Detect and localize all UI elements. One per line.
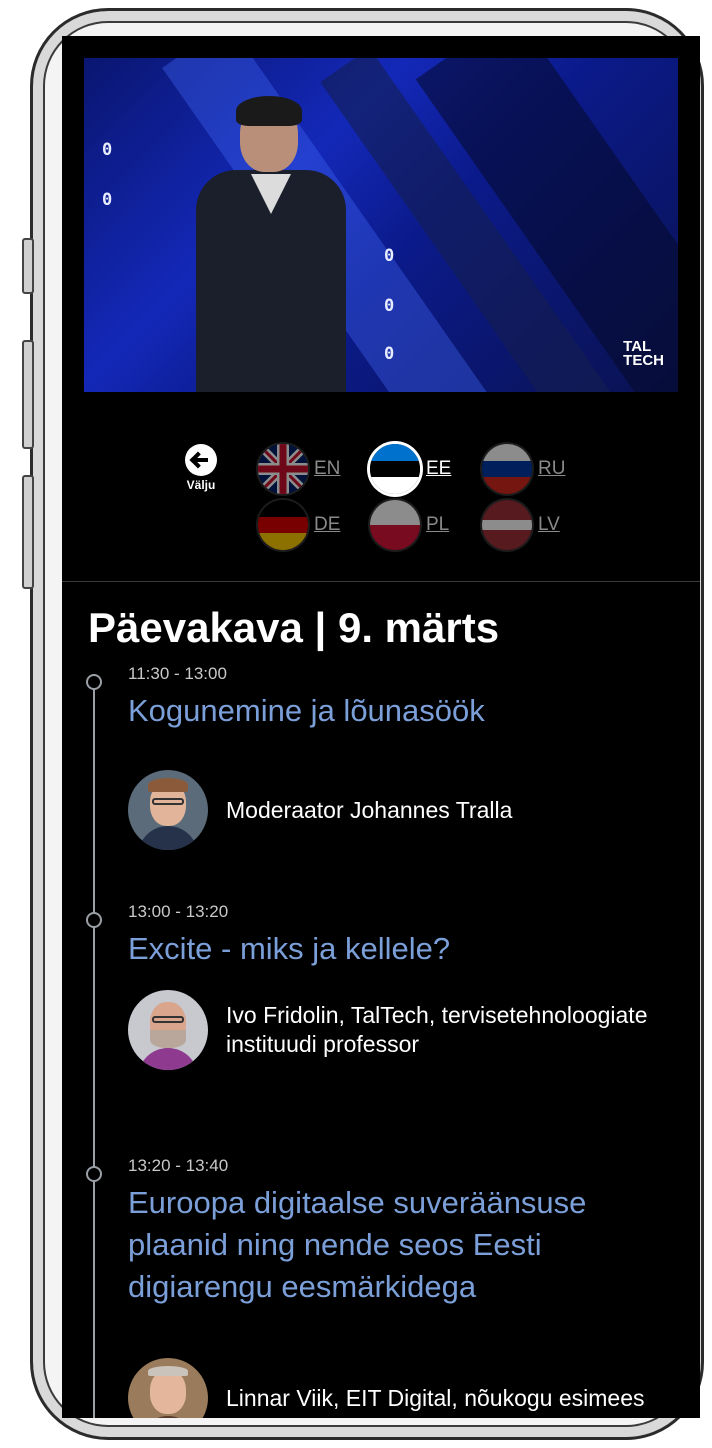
language-option-ru[interactable]: RU <box>482 444 565 494</box>
video-player[interactable]: 0 0 0 0 0 TAL TECH <box>84 58 678 392</box>
avatar <box>128 770 208 850</box>
divider <box>62 581 700 582</box>
backdrop-digit: 0 <box>102 190 113 210</box>
language-code: EN <box>314 458 341 479</box>
session-title-link[interactable]: Excite - miks ja kellele? <box>128 928 668 970</box>
agenda-item: 13:00 - 13:20 Excite - miks ja kellele? … <box>62 902 700 1122</box>
presenter <box>176 78 366 392</box>
timeline-dot <box>86 1166 102 1182</box>
avatar <box>128 1358 208 1418</box>
language-code: LV <box>538 514 560 535</box>
language-option-ee[interactable]: EE <box>370 444 451 494</box>
backdrop-digit: 0 <box>384 344 395 364</box>
back-arrow-icon <box>185 444 217 476</box>
session-title-link[interactable]: Euroopa digitaalse suveräänsuse plaanid … <box>128 1182 668 1308</box>
session-time: 13:00 - 13:20 <box>128 902 229 921</box>
estonia-flag-icon <box>370 444 420 494</box>
speaker: Moderaator Johannes Tralla <box>128 770 656 850</box>
language-code: EE <box>426 458 452 479</box>
speaker: Linnar Viik, EIT Digital, nõukogu esimee… <box>128 1358 656 1418</box>
session-time: 11:30 - 13:00 <box>128 664 227 683</box>
agenda-item: 13:20 - 13:40 Euroopa digitaalse suverää… <box>62 1156 700 1418</box>
speaker-name: Linnar Viik, EIT Digital, nõukogu esimee… <box>226 1384 645 1411</box>
language-option-en[interactable]: EN <box>258 444 340 494</box>
taltech-logo: TAL TECH <box>623 338 664 369</box>
app-screen: 0 0 0 0 0 TAL TECH Välju EN EE RU DE PL … <box>62 36 700 1418</box>
avatar <box>128 990 208 1070</box>
exit-label: Välju <box>186 478 216 492</box>
language-option-lv[interactable]: LV <box>482 500 560 550</box>
volume-up-button <box>22 340 34 449</box>
mute-switch <box>22 238 34 294</box>
language-code: DE <box>314 514 341 535</box>
poland-flag-icon <box>370 500 420 550</box>
language-option-de[interactable]: DE <box>258 500 340 550</box>
volume-down-button <box>22 475 34 589</box>
session-title-link[interactable]: Kogunemine ja lõunasöök <box>128 690 668 732</box>
backdrop-digit: 0 <box>102 140 113 160</box>
backdrop-digit: 0 <box>384 246 395 266</box>
latvia-flag-icon <box>482 500 532 550</box>
language-controls: Välju EN EE RU DE PL LV <box>62 438 700 564</box>
backdrop-digit: 0 <box>384 296 395 316</box>
timeline-dot <box>86 674 102 690</box>
russia-flag-icon <box>482 444 532 494</box>
language-code: RU <box>538 458 566 479</box>
germany-flag-icon <box>258 500 308 550</box>
page-title: Päevakava | 9. märts <box>88 604 500 651</box>
speaker-name: Moderaator Johannes Tralla <box>226 796 513 823</box>
language-code: PL <box>426 514 450 535</box>
agenda-item: 11:30 - 13:00 Kogunemine ja lõunasöök Mo… <box>62 664 700 864</box>
speaker: Ivo Fridolin, TalTech, tervisetehnoloogi… <box>128 990 656 1070</box>
exit-button[interactable]: Välju <box>176 444 226 492</box>
timeline-dot <box>86 912 102 928</box>
speaker-name: Ivo Fridolin, TalTech, tervisetehnoloogi… <box>226 1002 648 1057</box>
language-option-pl[interactable]: PL <box>370 500 449 550</box>
session-time: 13:20 - 13:40 <box>128 1156 229 1175</box>
uk-flag-icon <box>258 444 308 494</box>
